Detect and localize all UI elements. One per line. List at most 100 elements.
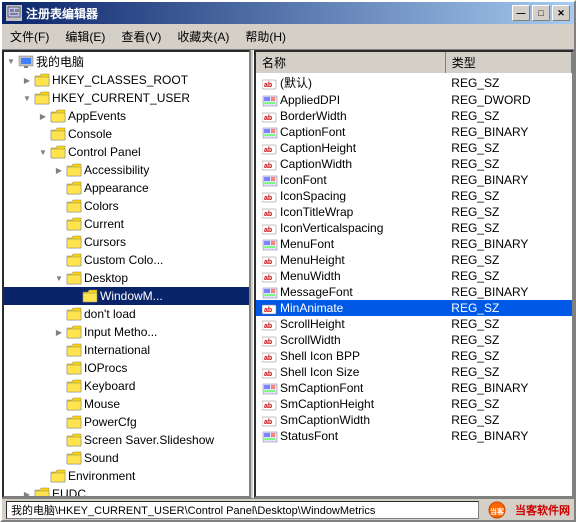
tree-expander-mypc[interactable]: ▼ (4, 54, 18, 70)
table-row[interactable]: ab SmCaptionWidthREG_SZ (256, 412, 572, 428)
menu-help[interactable]: 帮助(H) (237, 26, 294, 47)
tree-item-powercfg[interactable]: PowerCfg (4, 413, 249, 431)
table-row[interactable]: ab BorderWidthREG_SZ (256, 108, 572, 124)
tree-item-keyboard[interactable]: Keyboard (4, 377, 249, 395)
tree-label-appearance: Appearance (84, 181, 149, 195)
tree-label-mypc: 我的电脑 (36, 53, 84, 70)
svg-text:ab: ab (264, 227, 272, 234)
tree-item-appearance[interactable]: Appearance (4, 179, 249, 197)
folder-icon-accessibility (66, 163, 82, 177)
tree-item-hkcu[interactable]: ▼ HKEY_CURRENT_USER (4, 89, 249, 107)
tree-item-dontload[interactable]: don't load (4, 305, 249, 323)
tree-item-eudc[interactable]: ▶ EUDC (4, 485, 249, 498)
col-header-0[interactable]: 名称 (256, 52, 445, 73)
svg-text:ab: ab (264, 275, 272, 282)
tree-pane[interactable]: ▼ 我的电脑 ▶ HKEY_CLASSES_ROOT ▼ HKEY_CURREN… (2, 50, 250, 498)
folder-icon-cursors (66, 235, 82, 249)
svg-text:ab: ab (264, 403, 272, 410)
tree-item-appevents[interactable]: ▶ AppEvents (4, 107, 249, 125)
tree-expander-eudc[interactable]: ▶ (20, 486, 34, 498)
table-row[interactable]: ab Shell Icon SizeREG_SZ (256, 364, 572, 380)
tree-item-hkcr[interactable]: ▶ HKEY_CLASSES_ROOT (4, 71, 249, 89)
tree-item-mouse[interactable]: Mouse (4, 395, 249, 413)
table-row[interactable]: StatusFontREG_BINARY (256, 428, 572, 444)
folder-icon-appearance (66, 181, 82, 195)
tree-item-international[interactable]: International (4, 341, 249, 359)
tree-item-accessibility[interactable]: ▶ Accessibility (4, 161, 249, 179)
table-row[interactable]: ab Shell Icon BPPREG_SZ (256, 348, 572, 364)
table-row[interactable]: ab IconVerticalspacingREG_SZ (256, 220, 572, 236)
reg-type-4: REG_SZ (445, 140, 571, 156)
col-header-1[interactable]: 类型 (445, 52, 571, 73)
tree-label-console: Console (68, 127, 112, 141)
tree-item-mypc[interactable]: ▼ 我的电脑 (4, 52, 249, 71)
reg-type-2: REG_SZ (445, 108, 571, 124)
table-row[interactable]: ab IconSpacingREG_SZ (256, 188, 572, 204)
reg-name-3: CaptionFont (256, 124, 445, 140)
reg-type-8: REG_SZ (445, 204, 571, 220)
table-row[interactable]: ab SmCaptionHeightREG_SZ (256, 396, 572, 412)
reg-name-8: ab IconTitleWrap (256, 204, 445, 220)
folder-icon-hkcr (34, 73, 50, 87)
tree-item-controlpanel[interactable]: ▼ Control Panel (4, 143, 249, 161)
table-row[interactable]: ab CaptionHeightREG_SZ (256, 140, 572, 156)
minimize-button[interactable]: — (512, 5, 530, 21)
tree-item-cursors[interactable]: Cursors (4, 233, 249, 251)
tree-item-console[interactable]: Console (4, 125, 249, 143)
tree-expander-appevents[interactable]: ▶ (36, 108, 50, 124)
reg-name-22: StatusFont (256, 428, 445, 444)
tree-expander-controlpanel[interactable]: ▼ (36, 144, 50, 160)
reg-type-3: REG_BINARY (445, 124, 571, 140)
tree-expander-inputmetho[interactable]: ▶ (52, 324, 66, 340)
menu-file[interactable]: 文件(F) (2, 26, 57, 47)
table-row[interactable]: ab MenuWidthREG_SZ (256, 268, 572, 284)
folder-icon-ioprocs (66, 361, 82, 375)
table-row[interactable]: ab MinAnimateREG_SZ (256, 300, 572, 316)
tree-label-inputmetho: Input Metho... (84, 325, 157, 339)
registry-pane[interactable]: 名称类型 ab (默认)REG_SZ AppliedDPIREG_DWORD a… (254, 50, 574, 498)
menu-edit[interactable]: 编辑(E) (57, 26, 113, 47)
reg-name-4: ab CaptionHeight (256, 140, 445, 156)
table-row[interactable]: ab IconTitleWrapREG_SZ (256, 204, 572, 220)
reg-type-15: REG_SZ (445, 316, 571, 332)
menu-view[interactable]: 查看(V) (113, 26, 169, 47)
table-row[interactable]: ab ScrollHeightREG_SZ (256, 316, 572, 332)
maximize-button[interactable]: □ (532, 5, 550, 21)
table-row[interactable]: IconFontREG_BINARY (256, 172, 572, 188)
table-row[interactable]: ab (默认)REG_SZ (256, 73, 572, 92)
tree-item-ioprocs[interactable]: IOProcs (4, 359, 249, 377)
tree-item-customcolo[interactable]: Custom Colo... (4, 251, 249, 269)
table-row[interactable]: MenuFontREG_BINARY (256, 236, 572, 252)
tree-label-dontload: don't load (84, 307, 136, 321)
svg-text:ab: ab (264, 371, 272, 378)
tree-item-current[interactable]: Current (4, 215, 249, 233)
table-row[interactable]: AppliedDPIREG_DWORD (256, 92, 572, 108)
tree-item-environment[interactable]: Environment (4, 467, 249, 485)
tree-item-inputmetho[interactable]: ▶ Input Metho... (4, 323, 249, 341)
table-row[interactable]: CaptionFontREG_BINARY (256, 124, 572, 140)
folder-icon-environment (50, 469, 66, 483)
tree-item-colors[interactable]: Colors (4, 197, 249, 215)
table-row[interactable]: ab CaptionWidthREG_SZ (256, 156, 572, 172)
table-row[interactable]: ab MenuHeightREG_SZ (256, 252, 572, 268)
main-content: ▼ 我的电脑 ▶ HKEY_CLASSES_ROOT ▼ HKEY_CURREN… (2, 50, 574, 498)
table-row[interactable]: MessageFontREG_BINARY (256, 284, 572, 300)
tree-item-desktop[interactable]: ▼ Desktop (4, 269, 249, 287)
tree-expander-hkcu[interactable]: ▼ (20, 90, 34, 106)
reg-type-20: REG_SZ (445, 396, 571, 412)
tree-item-windowm[interactable]: WindowM... (4, 287, 249, 305)
folder-icon-eudc (34, 487, 50, 498)
reg-name-1: AppliedDPI (256, 92, 445, 108)
tree-item-screensaver[interactable]: Screen Saver.Slideshow (4, 431, 249, 449)
table-row[interactable]: ab ScrollWidthREG_SZ (256, 332, 572, 348)
reg-type-10: REG_BINARY (445, 236, 571, 252)
tree-expander-desktop[interactable]: ▼ (52, 270, 66, 286)
close-button[interactable]: ✕ (552, 5, 570, 21)
folder-icon-screensaver (66, 433, 82, 447)
menu-favorites[interactable]: 收藏夹(A) (169, 26, 237, 47)
tree-expander-hkcr[interactable]: ▶ (20, 72, 34, 88)
main-window: 注册表编辑器 — □ ✕ 文件(F) 编辑(E) 查看(V) 收藏夹(A) 帮助… (0, 0, 576, 522)
tree-item-sound[interactable]: Sound (4, 449, 249, 467)
tree-expander-accessibility[interactable]: ▶ (52, 162, 66, 178)
table-row[interactable]: SmCaptionFontREG_BINARY (256, 380, 572, 396)
